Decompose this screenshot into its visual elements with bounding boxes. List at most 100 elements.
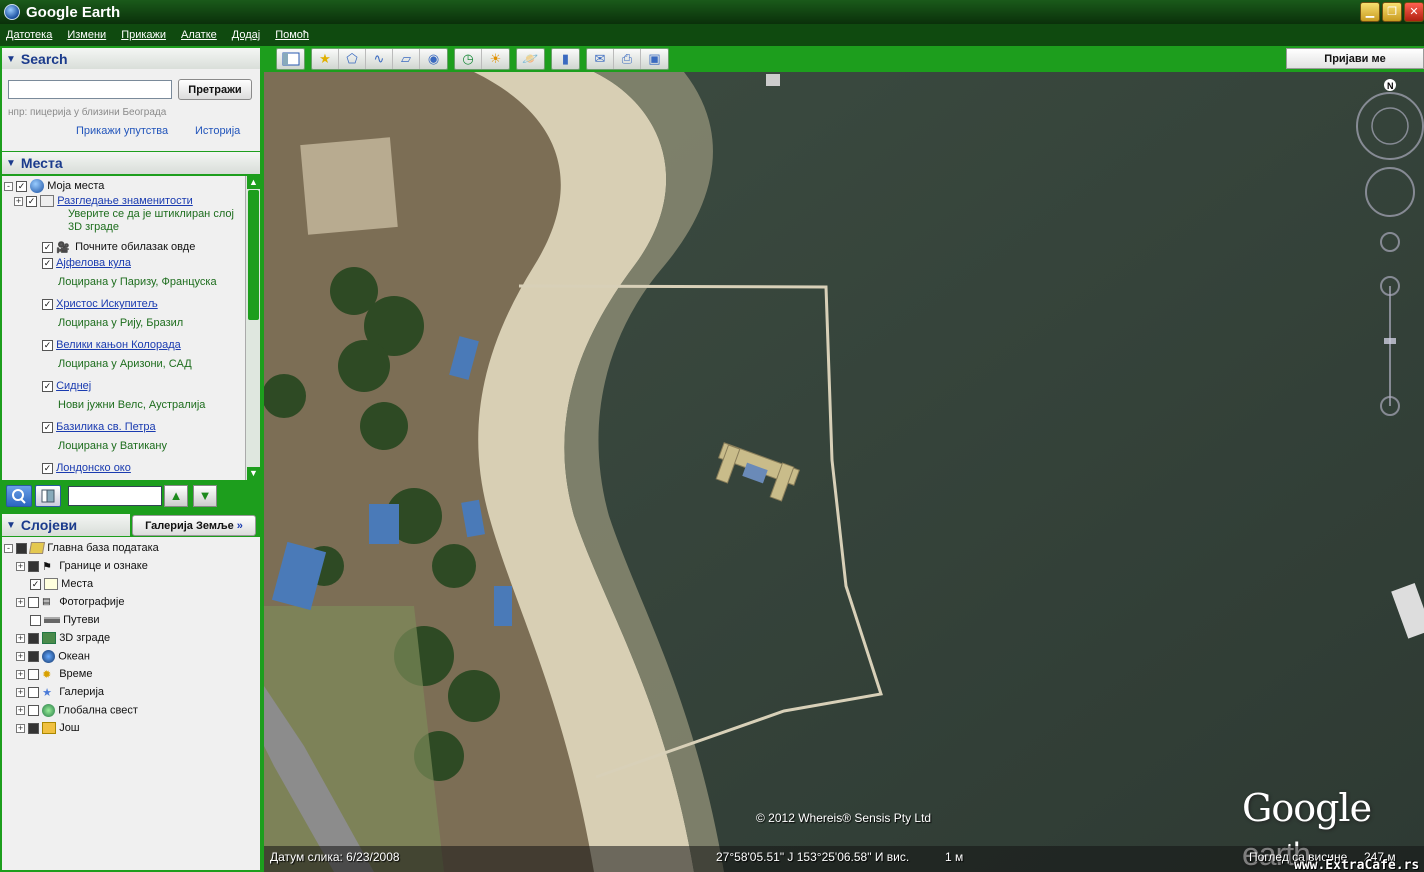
- tree-item-place[interactable]: ✓ Сиднеј: [42, 380, 91, 392]
- tree-item-my-places[interactable]: - ✓ Моја места: [4, 179, 104, 193]
- earth-gallery-button[interactable]: Галерија Земље »: [132, 515, 256, 536]
- look-joystick[interactable]: [1371, 107, 1409, 145]
- directions-link[interactable]: Прикажи упутства: [76, 125, 168, 137]
- image-overlay-icon[interactable]: ▱: [393, 49, 420, 69]
- menu-file[interactable]: Датотека: [6, 29, 52, 41]
- tree-link[interactable]: Базилика св. Петра: [56, 421, 156, 433]
- checkbox[interactable]: [28, 632, 40, 644]
- expand-icon[interactable]: +: [16, 633, 25, 643]
- scroll-up-icon[interactable]: ▲: [247, 176, 260, 189]
- ruler-icon[interactable]: ▮: [552, 49, 579, 69]
- menu-view[interactable]: Прикажи: [121, 29, 166, 41]
- expand-icon[interactable]: +: [16, 652, 25, 661]
- checkbox[interactable]: [28, 560, 40, 572]
- places-filter-input[interactable]: [68, 486, 162, 506]
- collapse-triangle-icon[interactable]: ▼: [6, 520, 16, 531]
- checkbox[interactable]: ✓: [42, 421, 53, 433]
- polygon-icon[interactable]: ⬠: [339, 49, 366, 69]
- move-down-icon[interactable]: ▼: [193, 485, 217, 507]
- tree-item-place[interactable]: ✓ Христос Искупитељ: [42, 298, 158, 310]
- tree-item-tour-start[interactable]: ✓ 🎥 Почните обилазак овде: [42, 241, 195, 254]
- checkbox[interactable]: [28, 596, 40, 608]
- search-panel-header[interactable]: ▼ Search: [2, 48, 260, 70]
- history-link[interactable]: Историја: [195, 125, 240, 137]
- search-button[interactable]: Претражи: [178, 79, 252, 100]
- layers-panel-header[interactable]: ▼ Слојеви: [2, 514, 130, 536]
- expand-icon[interactable]: +: [16, 706, 25, 715]
- tree-link[interactable]: Велики кањон Колорада: [56, 339, 181, 351]
- layer-item[interactable]: + ▤ Фотографије: [16, 596, 124, 608]
- tree-item-place[interactable]: ✓ Базилика св. Петра: [42, 421, 156, 433]
- expand-icon[interactable]: +: [16, 669, 25, 679]
- layer-item[interactable]: ✓ Места: [30, 578, 93, 591]
- placemark-icon[interactable]: ★: [312, 49, 339, 69]
- planets-icon[interactable]: 🪐: [517, 49, 544, 69]
- menu-add[interactable]: Додај: [232, 29, 260, 41]
- move-joystick[interactable]: [1365, 167, 1415, 217]
- minimize-button[interactable]: ▁: [1360, 2, 1380, 22]
- checkbox[interactable]: ✓: [26, 195, 38, 207]
- checkbox[interactable]: ✓: [42, 241, 53, 253]
- panel-toggle-icon[interactable]: [35, 485, 61, 507]
- record-tour-icon[interactable]: ◉: [420, 49, 447, 69]
- sidebar-toggle-icon[interactable]: [277, 49, 304, 69]
- collapse-triangle-icon[interactable]: ▼: [6, 158, 16, 169]
- scroll-thumb[interactable]: [248, 190, 259, 320]
- layer-item[interactable]: Путеви: [30, 614, 100, 626]
- tree-link[interactable]: Христос Искупитељ: [56, 298, 158, 310]
- checkbox[interactable]: [28, 705, 40, 716]
- checkbox[interactable]: ✓: [42, 298, 53, 310]
- expand-icon[interactable]: +: [16, 597, 25, 607]
- tree-item-place[interactable]: ✓ Ајфелова кула: [42, 257, 131, 269]
- layer-item[interactable]: + ⚑ Границе и ознаке: [16, 560, 148, 573]
- navigation-controls[interactable]: N: [1354, 76, 1424, 426]
- layer-item[interactable]: + Још: [16, 722, 80, 735]
- tree-item-place[interactable]: ✓ Лондонско око: [42, 462, 131, 474]
- layer-item[interactable]: - Главна база података: [4, 542, 159, 555]
- look-ring[interactable]: [1356, 92, 1424, 160]
- checkbox[interactable]: ✓: [42, 339, 53, 351]
- checkbox[interactable]: ✓: [30, 578, 41, 590]
- map-view[interactable]: ★ ⬠ ∿ ▱ ◉ ◷ ☀ 🪐 ▮ ✉ ⎙ ▣ Пријави ме N © 2…: [264, 46, 1424, 872]
- expand-icon[interactable]: -: [4, 181, 13, 191]
- sunlight-icon[interactable]: ☀: [482, 49, 509, 69]
- sign-in-button[interactable]: Пријави ме: [1286, 48, 1424, 69]
- close-button[interactable]: ✕: [1404, 2, 1424, 22]
- search-input[interactable]: [8, 80, 172, 99]
- tree-item-tour-folder[interactable]: + ✓ Разгледање знаменитости: [14, 195, 193, 208]
- checkbox[interactable]: [16, 542, 28, 554]
- layer-item[interactable]: + 3D зграде: [16, 632, 110, 645]
- places-scrollbar[interactable]: ▲ ▼: [245, 176, 260, 480]
- checkbox[interactable]: ✓: [42, 462, 53, 474]
- collapse-triangle-icon[interactable]: ▼: [6, 54, 16, 65]
- checkbox[interactable]: [28, 686, 40, 698]
- scroll-down-icon[interactable]: ▼: [247, 467, 260, 480]
- expand-icon[interactable]: +: [16, 687, 25, 697]
- tree-link[interactable]: Разгледање знаменитости: [57, 195, 193, 207]
- checkbox[interactable]: ✓: [42, 257, 53, 269]
- expand-icon[interactable]: +: [14, 196, 23, 206]
- search-places-icon[interactable]: [6, 485, 32, 507]
- historical-imagery-icon[interactable]: ◷: [455, 49, 482, 69]
- tree-link[interactable]: Ајфелова кула: [56, 257, 131, 269]
- zoom-thumb[interactable]: [1384, 338, 1396, 344]
- layer-item[interactable]: + ★ Галерија: [16, 686, 104, 699]
- expand-icon[interactable]: +: [16, 723, 25, 733]
- checkbox[interactable]: [28, 722, 40, 734]
- expand-icon[interactable]: +: [16, 561, 25, 571]
- layer-item[interactable]: + Океан: [16, 650, 90, 663]
- expand-icon[interactable]: -: [4, 543, 13, 553]
- tree-item-place[interactable]: ✓ Велики кањон Колорада: [42, 339, 181, 351]
- checkbox[interactable]: ✓: [42, 380, 53, 392]
- maximize-button[interactable]: ❐: [1382, 2, 1402, 22]
- print-icon[interactable]: ⎙: [614, 49, 641, 69]
- tree-link[interactable]: Сиднеј: [56, 380, 91, 392]
- move-up-icon[interactable]: ▲: [164, 485, 188, 507]
- menu-edit[interactable]: Измени: [67, 29, 106, 41]
- checkbox[interactable]: [28, 668, 40, 680]
- layer-item[interactable]: + Глобална свест: [16, 704, 138, 717]
- save-image-icon[interactable]: ▣: [641, 49, 668, 69]
- tree-link[interactable]: Лондонско око: [56, 462, 131, 474]
- street-view-pegman-icon[interactable]: [1380, 232, 1400, 252]
- email-icon[interactable]: ✉: [587, 49, 614, 69]
